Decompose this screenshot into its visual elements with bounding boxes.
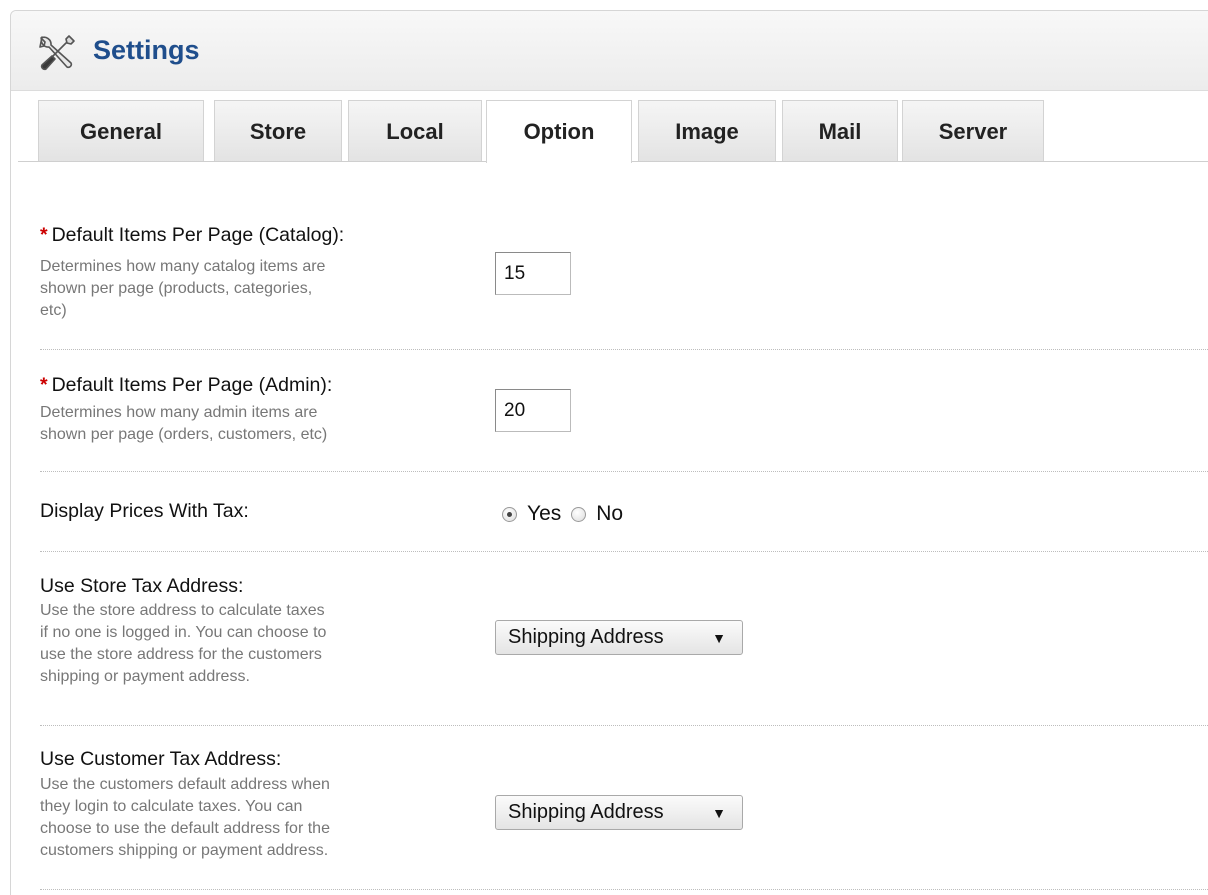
tab-mail[interactable]: Mail <box>782 100 898 162</box>
customer-tax-address-selected: Shipping Address <box>508 801 664 823</box>
store-tax-address-label: Use Store Tax Address: <box>40 575 244 597</box>
dropdown-arrow-icon: ▼ <box>712 630 726 646</box>
store-tax-address-select[interactable]: Shipping Address ▼ <box>495 620 743 655</box>
catalog-items-row: * Default Items Per Page (Catalog): Deter… <box>40 222 1208 350</box>
page-title: Settings <box>93 35 200 65</box>
store-tax-address-description: Use the store address to calculate taxes… <box>40 602 327 685</box>
display-tax-radio-group: Yes No <box>502 502 623 526</box>
admin-items-input[interactable] <box>495 389 571 432</box>
catalog-items-input[interactable] <box>495 252 571 295</box>
tab-image[interactable]: Image <box>638 100 776 162</box>
required-mark: * <box>40 374 48 396</box>
display-tax-no-radio[interactable] <box>571 506 587 522</box>
store-tax-address-row: Use Store Tax Address: Use the store add… <box>40 552 1208 726</box>
customer-tax-address-row: Use Customer Tax Address: Use the custom… <box>40 726 1208 890</box>
panel-header: Settings <box>11 11 1208 91</box>
settings-tools-icon <box>39 35 75 71</box>
store-tax-address-selected: Shipping Address <box>508 626 664 648</box>
customer-tax-address-label: Use Customer Tax Address: <box>40 748 282 770</box>
required-mark: * <box>40 224 48 246</box>
admin-items-label: * Default Items Per Page (Admin): <box>40 374 333 396</box>
display-tax-yes-label: Yes <box>527 502 562 525</box>
customer-tax-address-select[interactable]: Shipping Address ▼ <box>495 795 743 830</box>
tab-option[interactable]: Option <box>486 100 632 163</box>
display-tax-no-label: No <box>596 502 624 525</box>
admin-items-description: Determines how many admin items are show… <box>40 404 328 443</box>
catalog-items-description: Determines how many catalog items are sh… <box>40 258 326 319</box>
tab-server[interactable]: Server <box>902 100 1044 162</box>
display-tax-yes-radio[interactable] <box>502 506 517 522</box>
tab-local[interactable]: Local <box>348 100 482 162</box>
tab-store[interactable]: Store <box>214 100 342 162</box>
tab-general[interactable]: General <box>38 100 204 162</box>
dropdown-arrow-icon: ▼ <box>712 805 726 821</box>
display-tax-row: Display Prices With Tax: Yes No <box>40 472 1208 552</box>
admin-items-row: * Default Items Per Page (Admin): Determi… <box>40 350 1208 472</box>
catalog-items-label: * Default Items Per Page (Catalog): <box>40 224 345 246</box>
settings-tabs: General Store Local Option Image Mail Se… <box>38 100 1208 163</box>
customer-tax-address-description: Use the customers default address when t… <box>40 776 330 859</box>
display-tax-label: Display Prices With Tax: <box>40 500 249 522</box>
